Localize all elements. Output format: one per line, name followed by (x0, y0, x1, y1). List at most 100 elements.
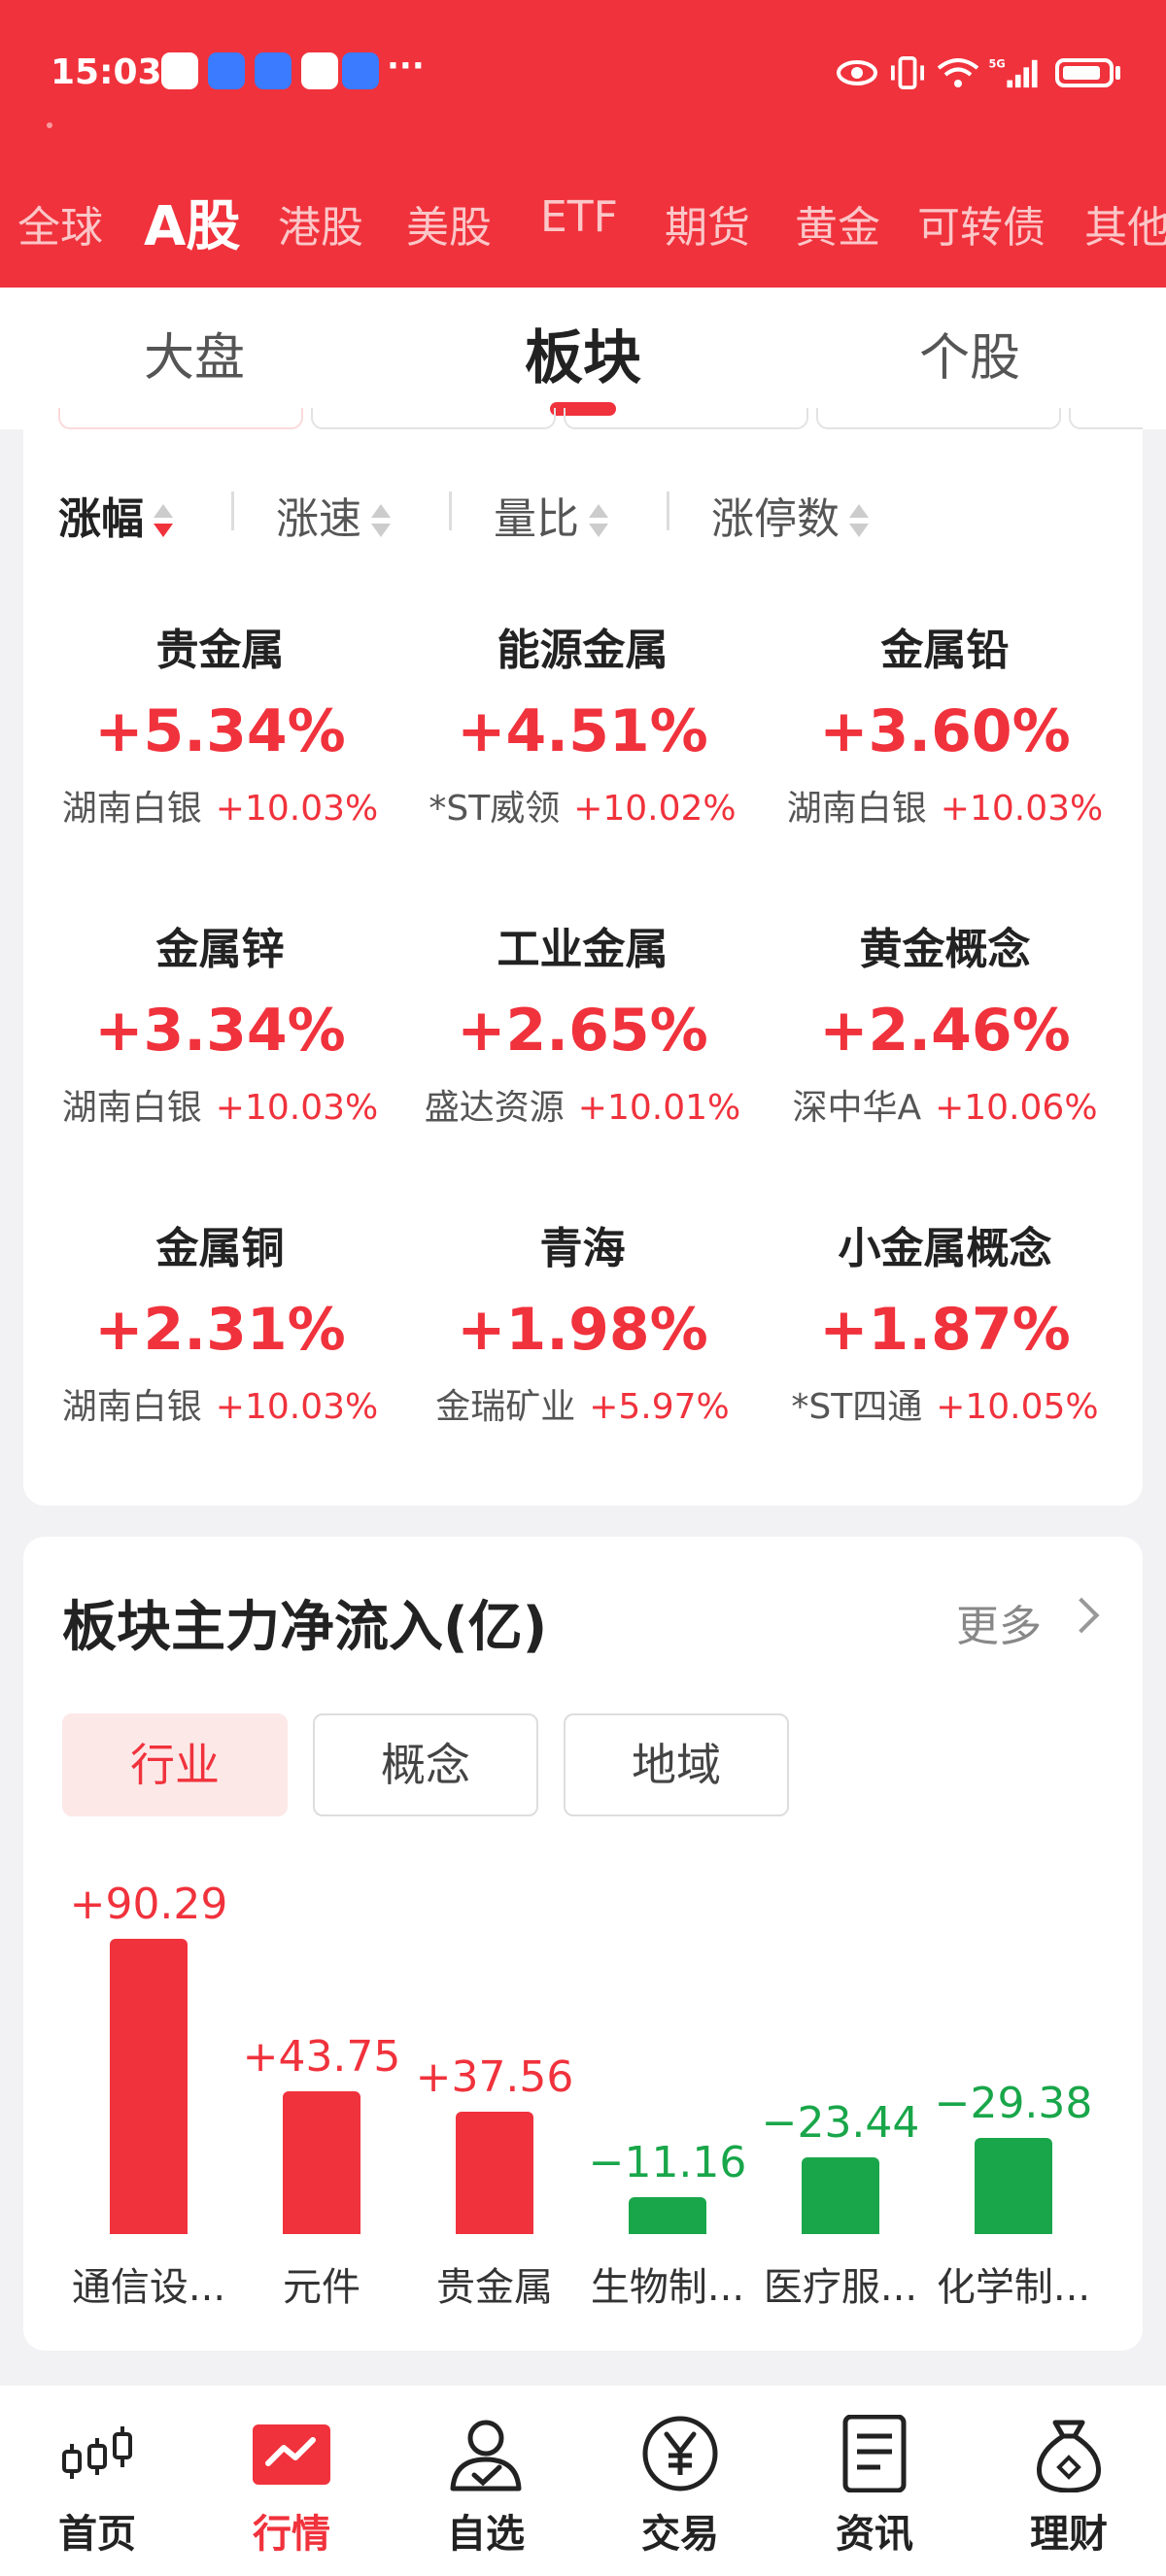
sector-change: +3.34% (94, 997, 346, 1065)
chart-bar (283, 2090, 360, 2234)
chart-bar (802, 2157, 879, 2234)
chart-bar (456, 2111, 533, 2234)
sector-cell[interactable]: 贵金属 +5.34% 湖南白银 +10.03% (39, 622, 401, 913)
user-check-icon (450, 2420, 522, 2491)
sector-change: +3.60% (819, 697, 1071, 765)
chart-bar (110, 1939, 188, 2234)
document-icon (842, 2415, 907, 2492)
battery-icon (1055, 58, 1114, 87)
market-tabs: 全球 A股 港股 美股 ETF 期货 黄金 可转债 其他 (0, 183, 1166, 260)
status-bar: 15:03 ··· 5G (0, 39, 1166, 109)
sector-name: 金属锌 (155, 925, 285, 974)
market-chart-icon (253, 2424, 330, 2485)
tab-market-overview[interactable]: 大盘 (144, 317, 245, 390)
yuan-coin-icon (642, 2416, 718, 2491)
wifi-icon (937, 58, 979, 87)
sector-change: +1.87% (819, 1296, 1071, 1364)
sector-name: 青海 (539, 1224, 626, 1273)
sector-cell[interactable]: 青海 +1.98% 金瑞矿业 +5.97% (401, 1220, 764, 1511)
sector-cell[interactable]: 能源金属 +4.51% *ST威领 +10.02% (401, 622, 764, 913)
nav-trade[interactable]: 交易 (583, 2386, 777, 2576)
tab-individual-stocks[interactable]: 个股 (919, 317, 1020, 390)
nav-market[interactable]: 行情 (194, 2386, 389, 2576)
sector-change: +2.31% (94, 1296, 346, 1364)
filter-region[interactable]: 地域 (564, 1713, 789, 1816)
leading-stock: 盛达资源 +10.01% (424, 1088, 741, 1128)
baidu-icon (342, 52, 379, 89)
sector-change: +5.34% (94, 697, 346, 765)
sector-name: 工业金属 (497, 925, 669, 974)
bar-value-label: −29.38 (934, 2079, 1093, 2129)
leading-stock: 湖南白银 +10.03% (61, 789, 379, 829)
sort-by-limit-up-count[interactable]: 涨停数 (711, 484, 871, 546)
notification-icon (208, 52, 245, 89)
vibrate-icon (891, 56, 924, 89)
leading-stock: 湖南白银 +10.03% (786, 789, 1104, 829)
tab-futures[interactable]: 期货 (665, 192, 750, 254)
sector-change: +2.65% (457, 997, 708, 1065)
more-link[interactable]: 更多 (956, 1591, 1042, 1653)
leading-stock: *ST威领 +10.02% (429, 789, 737, 829)
leading-stock: 湖南白银 +10.03% (61, 1387, 379, 1427)
sort-by-speed[interactable]: 涨速 (276, 484, 393, 546)
bar-value-label: −11.16 (588, 2138, 747, 2188)
chart-bar (975, 2138, 1052, 2234)
sector-cell[interactable]: 金属锌 +3.34% 湖南白银 +10.03% (39, 921, 401, 1212)
candlestick-icon (62, 2426, 132, 2479)
sector-name: 贵金属 (155, 626, 285, 675)
bar-value-label: −23.44 (761, 2098, 920, 2149)
tab-gold[interactable]: 黄金 (795, 192, 880, 254)
nav-wealth[interactable]: 理财 (972, 2386, 1166, 2576)
bar-category-label: 通信设... (71, 2265, 226, 2310)
tab-sectors[interactable]: 板块 (525, 311, 641, 395)
sort-icon (847, 502, 871, 541)
filter-industry[interactable]: 行业 (62, 1713, 288, 1816)
bar-category-label: 化学制... (936, 2265, 1091, 2310)
sector-cell[interactable]: 小金属概念 +1.87% *ST四通 +10.05% (764, 1220, 1126, 1511)
sector-cell[interactable]: 金属铜 +2.31% 湖南白银 +10.03% (39, 1220, 401, 1511)
filter-concept[interactable]: 概念 (313, 1713, 538, 1816)
eye-icon (837, 60, 877, 85)
notification-icon (161, 52, 198, 89)
tab-convertible-bond[interactable]: 可转债 (917, 192, 1046, 254)
bottom-navigation: 首页 行情 自选 交易 资讯 理财 (0, 2386, 1166, 2576)
tab-etf[interactable]: ETF (540, 192, 618, 242)
sort-icon (369, 502, 393, 541)
bar-category-label: 元件 (283, 2265, 360, 2310)
sector-cell[interactable]: 金属铅 +3.60% 湖南白银 +10.03% (764, 622, 1126, 913)
nav-news[interactable]: 资讯 (777, 2386, 972, 2576)
svg-text:5G: 5G (989, 56, 1006, 70)
sector-name: 金属铜 (155, 1224, 285, 1273)
sort-by-change[interactable]: 涨幅 (58, 484, 175, 546)
tab-global[interactable]: 全球 (17, 192, 103, 254)
more-notifications-icon: ··· (387, 47, 425, 85)
sort-by-volume-ratio[interactable]: 量比 (494, 484, 610, 546)
bar-value-label: +43.75 (242, 2031, 401, 2082)
chip-strip (23, 408, 1143, 433)
sector-cell[interactable]: 黄金概念 +2.46% 深中华A +10.06% (764, 921, 1126, 1212)
sector-name: 小金属概念 (838, 1224, 1052, 1273)
bar-value-label: +90.29 (69, 1880, 228, 1929)
status-time: 15:03 (51, 52, 162, 92)
sector-cell[interactable]: 工业金属 +2.65% 盛达资源 +10.01% (401, 921, 764, 1212)
nav-home[interactable]: 首页 (0, 2386, 194, 2576)
sector-name: 能源金属 (497, 626, 669, 675)
signal-icon: 5G (989, 56, 1038, 88)
bar-category-label: 贵金属 (436, 2265, 553, 2310)
sort-icon (587, 502, 610, 541)
sector-name: 黄金概念 (859, 925, 1031, 974)
nav-watchlist[interactable]: 自选 (389, 2386, 583, 2576)
tab-a-share[interactable]: A股 (144, 183, 240, 261)
tab-hk-stock[interactable]: 港股 (278, 192, 363, 254)
notification-icon (301, 52, 338, 89)
net-inflow-bar-chart: +90.29 通信设... +43.75 元件 +37.56 贵金属 −11.16 生物制..… (62, 1846, 1112, 2331)
tab-other[interactable]: 其他 (1084, 192, 1166, 254)
baidu-icon (255, 52, 292, 89)
sector-change: +1.98% (457, 1296, 708, 1364)
bar-value-label: +37.56 (415, 2051, 574, 2102)
sort-bar: 涨幅 涨速 量比 涨停数 (58, 484, 1030, 552)
bar-category-label: 生物制... (590, 2265, 745, 2310)
sector-change: +4.51% (457, 697, 708, 765)
leading-stock: 湖南白银 +10.03% (61, 1088, 379, 1128)
tab-us-stock[interactable]: 美股 (406, 192, 492, 254)
